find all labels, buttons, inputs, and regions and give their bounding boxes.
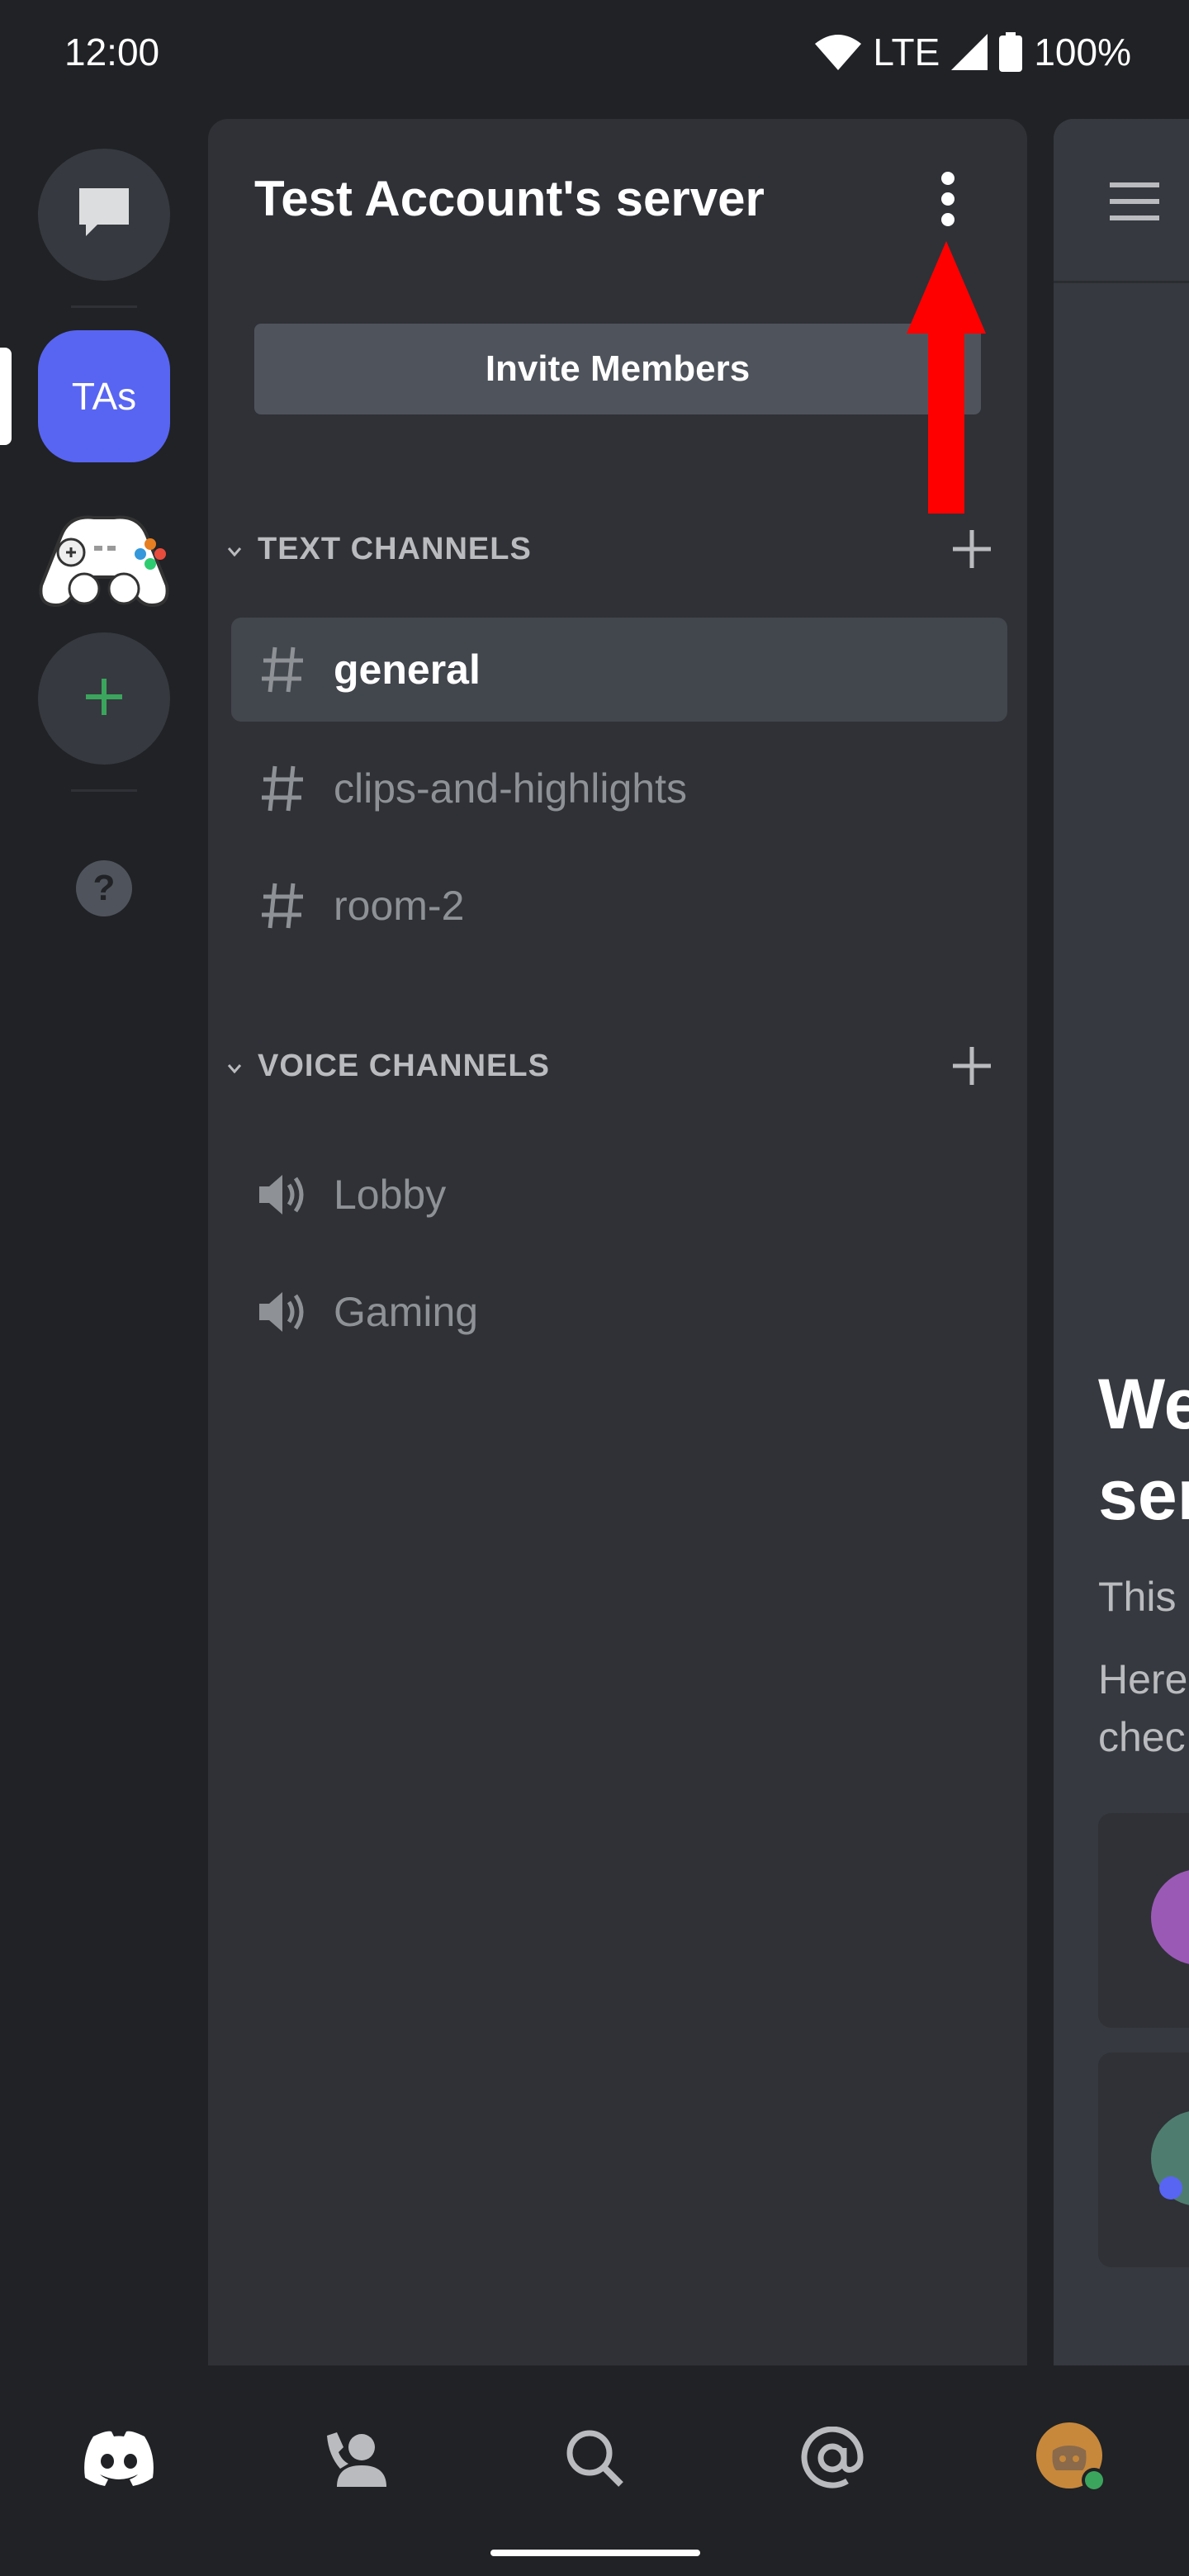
- voice-channels-category[interactable]: VOICE CHANNELS: [220, 1037, 1012, 1095]
- channel-item-general[interactable]: general: [231, 618, 1007, 722]
- chat-header: [1054, 119, 1189, 283]
- invite-members-button[interactable]: Invite Members: [254, 324, 981, 414]
- server-tas-button[interactable]: TAs: [38, 330, 170, 462]
- welcome-card[interactable]: [1098, 1813, 1189, 2028]
- welcome-title-line1: We: [1098, 1365, 1189, 1444]
- gamepad-icon: [36, 503, 172, 614]
- bottom-navigation: [0, 2365, 1189, 2576]
- rail-divider: [71, 305, 137, 308]
- welcome-desc-line2: Here: [1098, 1656, 1188, 1702]
- add-voice-channel-button[interactable]: [943, 1037, 1001, 1095]
- server-gamepad-button[interactable]: [38, 492, 170, 624]
- plus-icon: [81, 674, 127, 724]
- category-label: VOICE CHANNELS: [258, 1048, 550, 1083]
- chat-bubble-icon: [74, 183, 134, 247]
- home-icon: [82, 2430, 156, 2490]
- profile-avatar: [1035, 2421, 1109, 2499]
- voice-channel-gaming[interactable]: Gaming: [231, 1260, 1007, 1364]
- hamburger-menu-icon[interactable]: [1108, 180, 1161, 223]
- text-channels-category[interactable]: TEXT CHANNELS: [220, 520, 1012, 578]
- channel-name: Lobby: [334, 1172, 447, 1218]
- network-type: LTE: [873, 31, 940, 73]
- profile-tab[interactable]: [1030, 2418, 1113, 2501]
- server-initials: TAs: [71, 375, 137, 418]
- hashtag-icon: [256, 646, 309, 694]
- direct-messages-button[interactable]: [38, 149, 170, 281]
- channel-item-room-2[interactable]: room-2: [231, 854, 1007, 958]
- friends-icon: [324, 2429, 390, 2491]
- invite-friends-icon: [1151, 1870, 1189, 1964]
- voice-channel-lobby[interactable]: Lobby: [231, 1143, 1007, 1247]
- hashtag-icon: [256, 765, 309, 812]
- welcome-card[interactable]: [1098, 2053, 1189, 2267]
- chevron-down-icon: [220, 536, 249, 562]
- add-server-button[interactable]: [38, 632, 170, 765]
- welcome-desc-line1: This: [1098, 1574, 1177, 1620]
- status-icons: LTE 100%: [815, 30, 1131, 74]
- status-time: 12:00: [64, 31, 160, 73]
- channel-item-clips-and-highlights[interactable]: clips-and-highlights: [231, 736, 1007, 841]
- friends-tab[interactable]: [315, 2418, 398, 2501]
- search-tab[interactable]: [553, 2418, 636, 2501]
- chat-panel: We ser This Here chec: [1054, 119, 1189, 2365]
- personalize-icon: [1151, 2111, 1189, 2205]
- server-rail: TAs ?: [0, 107, 208, 2365]
- signal-icon: [951, 34, 988, 70]
- hashtag-icon: [256, 882, 309, 930]
- channel-name: general: [334, 646, 481, 693]
- kebab-menu-icon: [938, 170, 958, 232]
- svg-text:?: ?: [93, 868, 116, 908]
- help-button[interactable]: ?: [38, 824, 170, 956]
- server-options-button[interactable]: [923, 170, 973, 253]
- annotation-arrow: [905, 241, 988, 514]
- category-label: TEXT CHANNELS: [258, 531, 532, 566]
- server-name[interactable]: Test Account's server: [254, 170, 765, 227]
- mentions-icon: [801, 2426, 864, 2493]
- channel-name: room-2: [334, 883, 465, 929]
- add-text-channel-button[interactable]: [943, 520, 1001, 578]
- selected-server-indicator: [0, 348, 12, 445]
- channel-name: clips-and-highlights: [334, 765, 688, 812]
- home-indicator: [490, 2550, 700, 2556]
- home-tab[interactable]: [78, 2418, 160, 2501]
- welcome-title-line2: ser: [1098, 1456, 1189, 1535]
- status-bar: 12:00 LTE 100%: [0, 0, 1189, 107]
- battery-icon: [999, 32, 1023, 72]
- speaker-icon: [256, 1289, 309, 1335]
- battery-percent: 100%: [1034, 31, 1131, 73]
- mentions-tab[interactable]: [791, 2418, 874, 2501]
- chevron-down-icon: [220, 1053, 249, 1079]
- welcome-desc-line3: chec: [1098, 1714, 1186, 1760]
- wifi-icon: [815, 34, 862, 70]
- channel-name: Gaming: [334, 1289, 479, 1335]
- search-icon: [565, 2428, 624, 2492]
- rail-divider: [71, 789, 137, 792]
- speaker-icon: [256, 1172, 309, 1218]
- question-icon: ?: [74, 859, 134, 922]
